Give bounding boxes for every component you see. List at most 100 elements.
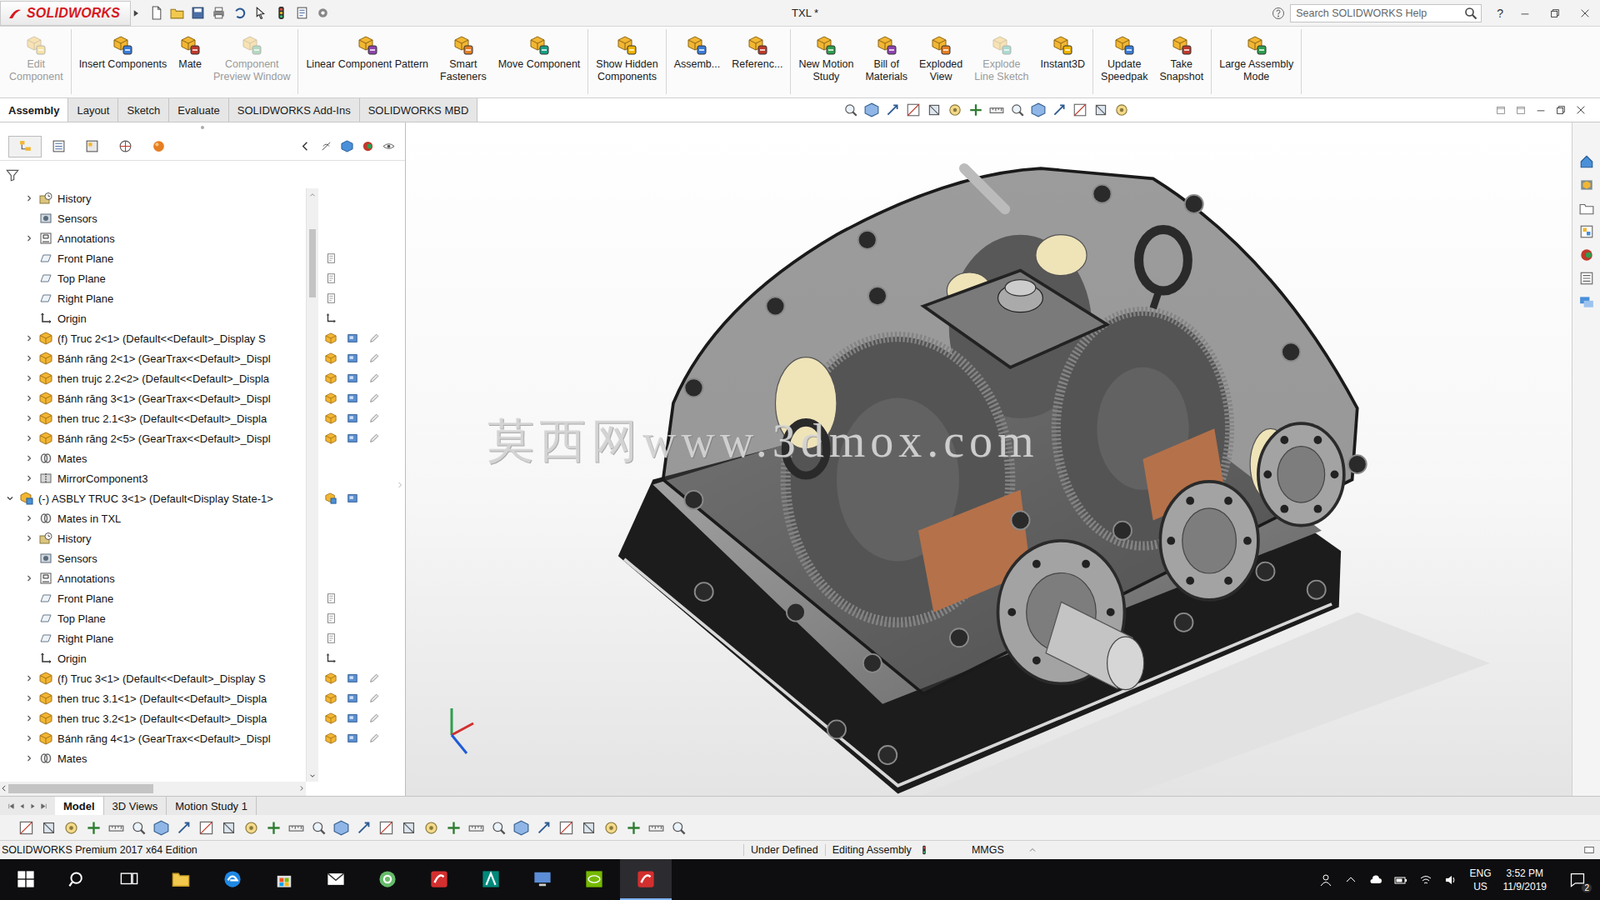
filter-icon[interactable] xyxy=(5,167,20,183)
tree-expander[interactable] xyxy=(22,231,36,245)
expand-right-icon[interactable] xyxy=(24,233,35,244)
tool-icon[interactable] xyxy=(947,102,963,118)
expand-right-icon[interactable] xyxy=(297,784,306,793)
taskbar-app[interactable] xyxy=(516,859,569,900)
print-icon[interactable] xyxy=(211,5,226,20)
command-button[interactable]: Bill ofMaterials xyxy=(859,29,914,85)
tree-expander[interactable] xyxy=(3,491,17,505)
origin-icon[interactable] xyxy=(325,652,337,665)
command-tab[interactable]: Layout xyxy=(68,98,119,122)
tool-icon[interactable] xyxy=(843,102,859,118)
command-button[interactable]: Assemb... xyxy=(668,29,727,73)
close-button[interactable] xyxy=(1570,0,1600,26)
doc-restore-icon[interactable] xyxy=(1515,104,1527,116)
command-button[interactable]: UpdateSpeedpak xyxy=(1095,29,1154,85)
display-plane-icon[interactable] xyxy=(325,592,337,605)
tree-scrollbar[interactable] xyxy=(305,188,319,782)
tool-icon[interactable] xyxy=(1072,102,1088,118)
tool-icon[interactable] xyxy=(490,820,507,836)
clock[interactable]: 3:52 PM11/9/2019 xyxy=(1503,866,1548,894)
tree-expander[interactable] xyxy=(22,691,36,705)
command-button[interactable]: Referenc... xyxy=(725,29,789,73)
tree-expander[interactable] xyxy=(22,471,36,485)
tool-icon[interactable] xyxy=(1010,102,1025,118)
tree-item[interactable]: Front Plane xyxy=(0,248,306,269)
tool-icon[interactable] xyxy=(85,820,102,836)
tree-item[interactable]: Annotations xyxy=(0,568,306,589)
tool-icon[interactable] xyxy=(535,820,552,836)
tree-item[interactable]: Bánh răng 2<1> (GearTrax<<Default>_Displ xyxy=(0,348,306,369)
taskbar-app[interactable] xyxy=(568,859,620,900)
tree-expander[interactable] xyxy=(22,511,36,525)
expand-right-icon[interactable] xyxy=(24,193,35,204)
tree-item[interactable]: Sensors xyxy=(0,548,306,569)
nav-prev-icon[interactable] xyxy=(17,801,27,811)
tree-item[interactable]: then truc 2.1<3> (Default<<Default>_Disp… xyxy=(0,408,306,429)
tool-icon[interactable] xyxy=(580,820,597,836)
edit-pen-icon[interactable] xyxy=(368,352,380,365)
tool-icon[interactable] xyxy=(310,820,327,836)
taskbar-app[interactable] xyxy=(51,859,104,900)
tool-icon[interactable] xyxy=(18,820,35,836)
minimize-icon[interactable] xyxy=(1535,104,1547,116)
folder-icon[interactable] xyxy=(1579,200,1595,216)
tree-item[interactable]: Annotations xyxy=(0,228,306,249)
ball-icon[interactable] xyxy=(361,140,375,153)
command-button[interactable]: SmartFasteners xyxy=(434,29,493,85)
volume-icon[interactable] xyxy=(1444,873,1458,887)
tree-expander[interactable] xyxy=(22,391,36,405)
wifi-icon[interactable] xyxy=(1419,873,1433,887)
taskbar-app[interactable] xyxy=(0,859,52,900)
tool-icon[interactable] xyxy=(130,820,147,836)
appearance-icon[interactable] xyxy=(346,712,359,725)
expand-right-icon[interactable] xyxy=(24,393,35,404)
tree-item[interactable]: (-) ASBLY TRUC 3<1> (Default<Display Sta… xyxy=(0,488,306,509)
part-icon[interactable] xyxy=(325,712,337,725)
tool-icon[interactable] xyxy=(468,820,485,836)
part-icon[interactable] xyxy=(325,692,337,705)
expand-right-icon[interactable] xyxy=(24,513,35,524)
tree-item[interactable]: then truc 3.1<1> (Default<<Default>_Disp… xyxy=(0,688,306,709)
expand-right-icon[interactable] xyxy=(24,533,35,544)
command-button[interactable]: Mate xyxy=(172,29,208,73)
nav-next-icon[interactable] xyxy=(28,801,38,811)
edit-pen-icon[interactable] xyxy=(368,712,380,725)
tool-icon[interactable] xyxy=(333,820,350,836)
appearance-icon[interactable] xyxy=(346,412,359,425)
command-tab[interactable]: Sketch xyxy=(118,98,170,122)
status-up-icon[interactable] xyxy=(308,190,317,200)
tree-item[interactable]: History xyxy=(0,188,306,209)
tool-icon[interactable] xyxy=(864,102,880,118)
manager-tab[interactable] xyxy=(41,135,75,158)
tool-icon[interactable] xyxy=(926,102,942,118)
command-button[interactable]: Instant3D xyxy=(1035,29,1092,73)
expand-right-icon[interactable] xyxy=(24,753,35,764)
tool-icon[interactable] xyxy=(378,820,395,836)
help-button[interactable]: ? xyxy=(1490,6,1510,20)
edit-pen-icon[interactable] xyxy=(368,412,380,425)
part-icon[interactable] xyxy=(325,412,337,425)
tree-item[interactable]: Mates in TXL xyxy=(0,508,306,529)
tool-icon[interactable] xyxy=(603,820,620,836)
new-icon[interactable] xyxy=(149,5,164,20)
tree-expander[interactable] xyxy=(22,191,36,205)
taskbar-app[interactable] xyxy=(310,859,362,900)
tool-icon[interactable] xyxy=(885,102,900,118)
tree-item[interactable]: then trujc 2.2<2> (Default<<Default>_Dis… xyxy=(0,368,306,389)
taskbar-app[interactable] xyxy=(413,859,465,900)
cloud-icon[interactable] xyxy=(1369,873,1383,887)
expand-right-icon[interactable] xyxy=(24,673,35,684)
tool-icon[interactable] xyxy=(625,820,642,836)
taskbar-app[interactable] xyxy=(155,859,207,900)
command-button[interactable]: ExplodedView xyxy=(913,29,969,85)
tree-item[interactable]: Right Plane xyxy=(0,288,306,309)
viewport[interactable]: 莫西网www.3dmox.com xyxy=(405,122,1572,796)
battery-icon[interactable] xyxy=(1394,873,1408,887)
expand-right-icon[interactable] xyxy=(24,713,35,724)
expand-right-icon[interactable] xyxy=(24,353,35,364)
tool-icon[interactable] xyxy=(108,820,125,836)
display-plane-icon[interactable] xyxy=(325,252,337,265)
command-tab[interactable]: SOLIDWORKS MBD xyxy=(360,98,479,122)
command-button[interactable]: New MotionStudy xyxy=(792,29,860,85)
tree-item[interactable]: Mates xyxy=(0,448,306,469)
